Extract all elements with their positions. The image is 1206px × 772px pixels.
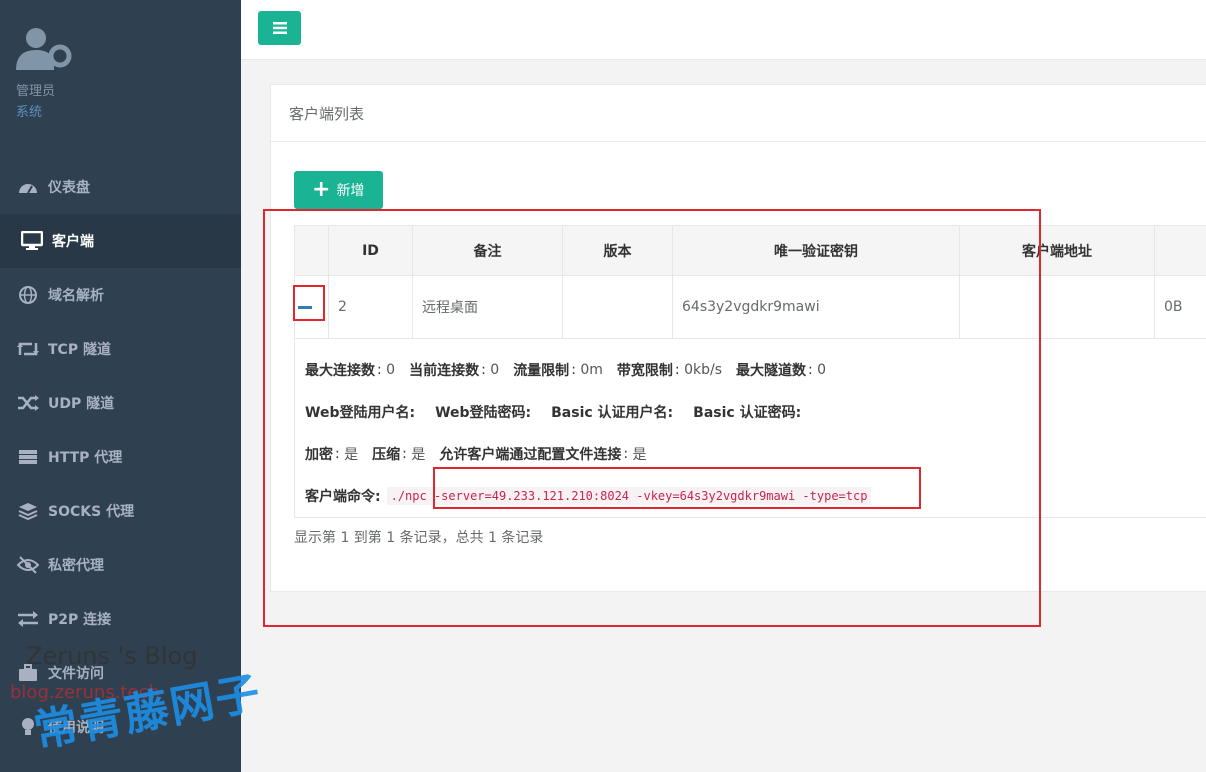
sidebar-item-label: 私密代理 — [48, 558, 104, 574]
plus-icon: + — [312, 177, 331, 202]
hamburger-icon — [272, 22, 287, 34]
profile-name: 管理员 — [16, 84, 56, 99]
col-version[interactable]: 版本 — [562, 225, 673, 276]
expand-cell[interactable] — [294, 275, 329, 339]
sidebar-item-tcp[interactable]: TCP 隧道 — [0, 322, 241, 376]
client-list-panel: 客户端列表 + 新增 ID 备注 版本 唯一验证密钥 客户端地址 2 远程桌面 — [270, 84, 1206, 592]
cell-id: 2 — [328, 275, 413, 339]
sidebar-item-label: SOCKS 代理 — [48, 504, 135, 520]
sidebar-item-label: 域名解析 — [48, 288, 104, 304]
col-remark[interactable]: 备注 — [412, 225, 563, 276]
sidebar-item-label: P2P 连接 — [48, 612, 112, 628]
col-id[interactable]: ID — [328, 225, 413, 276]
col-traffic[interactable] — [1154, 225, 1206, 276]
col-vkey[interactable]: 唯一验证密钥 — [672, 225, 960, 276]
exchange-icon — [16, 609, 40, 629]
detail-row: 最大连接数: 0 当前连接数: 0 流量限制: 0m 带宽限制: 0kb/s 最… — [294, 338, 1206, 518]
table-header-row: ID 备注 版本 唯一验证密钥 客户端地址 — [294, 225, 1206, 276]
add-client-label: 新增 — [336, 183, 365, 199]
client-detail: 最大连接数: 0 当前连接数: 0 流量限制: 0m 带宽限制: 0kb/s 最… — [295, 339, 1206, 517]
eye-slash-icon — [16, 555, 40, 575]
sidebar-item-udp[interactable]: UDP 隧道 — [0, 376, 241, 430]
top-navbar — [241, 0, 1206, 60]
sidebar-item-label: UDP 隧道 — [48, 396, 115, 412]
sidebar-item-label: 仪表盘 — [48, 180, 90, 196]
sidebar-item-domain[interactable]: 域名解析 — [0, 268, 241, 322]
dashboard-icon — [16, 177, 40, 197]
globe-icon — [16, 285, 40, 305]
sidebar-item-p2p[interactable]: P2P 连接 — [0, 592, 241, 646]
random-icon — [16, 393, 40, 413]
panel-title: 客户端列表 — [271, 85, 1206, 142]
retweet-icon — [16, 339, 40, 359]
desktop-icon — [20, 231, 44, 251]
client-table: ID 备注 版本 唯一验证密钥 客户端地址 2 远程桌面 64s3y2vgdkr… — [294, 225, 1206, 518]
detail-limits: 最大连接数: 0 当前连接数: 0 流量限制: 0m 带宽限制: 0kb/s 最… — [305, 362, 827, 379]
cell-version — [562, 275, 673, 339]
cell-remark: 远程桌面 — [412, 275, 563, 339]
col-expand — [294, 225, 329, 276]
collapse-icon[interactable] — [298, 305, 312, 309]
profile: 管理员 系统 — [16, 26, 74, 120]
col-addr[interactable]: 客户端地址 — [959, 225, 1155, 276]
table-row: 2 远程桌面 64s3y2vgdkr9mawi 0B — [294, 275, 1206, 339]
cell-vkey: 64s3y2vgdkr9mawi — [672, 275, 960, 339]
user-gear-icon — [16, 26, 74, 74]
watermark-blog: Zeruns 's Blog — [26, 642, 198, 670]
sidebar-item-secret[interactable]: 私密代理 — [0, 538, 241, 592]
profile-role: 系统 — [16, 105, 43, 120]
sidebar-item-socks[interactable]: SOCKS 代理 — [0, 484, 241, 538]
cell-addr — [959, 275, 1155, 339]
detail-command: 客户端命令: ./npc -server=49.233.121.210:8024… — [305, 475, 1206, 517]
sidebar-item-http[interactable]: HTTP 代理 — [0, 430, 241, 484]
pagination-info: 显示第 1 到第 1 条记录，总共 1 条记录 — [294, 530, 544, 546]
detail-auth: Web登陆用户名: Web登陆密码: Basic 认证用户名: Basic 认证… — [305, 405, 802, 421]
detail-flags: 加密: 是 压缩: 是 允许客户端通过配置文件连接: 是 — [305, 446, 647, 463]
add-client-button[interactable]: + 新增 — [294, 171, 383, 209]
cell-traffic: 0B — [1154, 275, 1206, 339]
menu-toggle-button[interactable] — [258, 11, 301, 45]
sidebar-item-clients[interactable]: 客户端 — [0, 214, 241, 268]
layers-icon — [16, 501, 40, 521]
server-icon — [16, 447, 40, 467]
sidebar-item-dashboard[interactable]: 仪表盘 — [0, 160, 241, 214]
client-command[interactable]: ./npc -server=49.233.121.210:8024 -vkey=… — [386, 487, 872, 505]
sidebar-item-label: TCP 隧道 — [48, 342, 111, 358]
sidebar-item-label: HTTP 代理 — [48, 450, 123, 466]
sidebar-item-label: 客户端 — [52, 234, 94, 250]
